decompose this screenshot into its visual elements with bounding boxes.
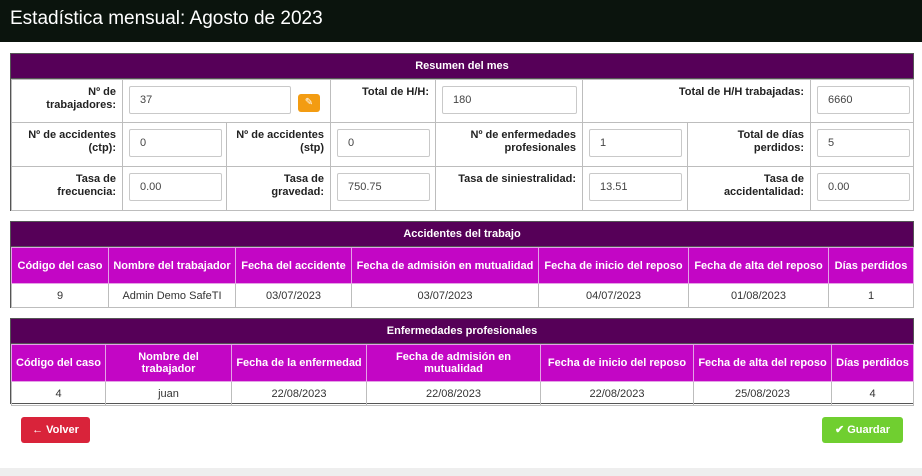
- table-cell: 04/07/2023: [538, 283, 689, 308]
- column-header: Fecha de la enfermedad: [231, 344, 367, 382]
- back-button-label: Volver: [46, 424, 79, 436]
- accidents-ctp-field[interactable]: 0: [129, 129, 222, 157]
- column-header: Fecha de alta del reposo: [688, 247, 829, 284]
- freq-rate-label: Tasa de frecuencia:: [11, 166, 123, 211]
- accidents-table: Código del caso Nombre del trabajador Fe…: [11, 247, 914, 308]
- table-cell: 25/08/2023: [693, 381, 832, 406]
- severity-rate-label: Tasa de gravedad:: [226, 166, 331, 211]
- loss-rate-field[interactable]: 13.51: [589, 173, 682, 201]
- column-header: Nombre del trabajador: [108, 247, 236, 284]
- footer-strip: [0, 468, 922, 476]
- table-cell: 22/08/2023: [231, 381, 367, 406]
- accidents-stp-label: Nº de accidentes (stp): [226, 122, 331, 167]
- column-header: Nombre del trabajador: [105, 344, 232, 382]
- diseases-table: Código del caso Nombre del trabajador Fe…: [11, 344, 914, 406]
- table-row: 4 juan 22/08/2023 22/08/2023 22/08/2023 …: [11, 381, 914, 406]
- column-header: Días perdidos: [828, 247, 914, 284]
- accident-rate-label: Tasa de accidentalidad:: [686, 166, 812, 211]
- accident-rate-field[interactable]: 0.00: [817, 173, 911, 201]
- accidents-stp-field[interactable]: 0: [337, 129, 430, 157]
- total-hh-label: Total de H/H:: [330, 79, 436, 123]
- table-cell: 4: [11, 381, 106, 406]
- table-cell: 9: [11, 283, 109, 308]
- workers-label: Nº de trabajadores:: [11, 79, 123, 123]
- table-cell: 22/08/2023: [540, 381, 694, 406]
- edit-workers-button[interactable]: ✎: [298, 94, 320, 112]
- arrow-left-icon: ←: [32, 424, 44, 436]
- save-button[interactable]: ✔ Guardar: [822, 417, 903, 443]
- table-cell: 03/07/2023: [235, 283, 352, 308]
- severity-rate-field[interactable]: 750.75: [337, 173, 430, 201]
- accidents-title: Accidentes del trabajo: [11, 222, 913, 247]
- check-icon: ✔: [834, 424, 845, 436]
- summary-title: Resumen del mes: [11, 54, 913, 79]
- column-header: Días perdidos: [831, 344, 914, 382]
- page-title: Estadística mensual: Agosto de 2023: [10, 8, 323, 29]
- lost-days-label: Total de días perdidos:: [686, 122, 812, 167]
- table-cell: Admin Demo SafeTI: [108, 283, 236, 308]
- table-cell: 03/07/2023: [351, 283, 539, 308]
- lost-days-field[interactable]: 5: [817, 129, 911, 157]
- summary-table: Nº de trabajadores: 37 ✎ Total de H/H: 1…: [11, 79, 915, 211]
- accidents-ctp-label: Nº de accidentes (ctp):: [11, 122, 123, 167]
- accidents-panel: Accidentes del trabajo Código del caso N…: [10, 221, 914, 308]
- diseases-title: Enfermedades profesionales: [11, 319, 913, 344]
- total-hh-worked-field[interactable]: 6660: [817, 86, 911, 114]
- total-hh-worked-label: Total de H/H trabajadas:: [581, 79, 812, 123]
- table-cell: juan: [105, 381, 232, 406]
- column-header: Fecha de inicio del reposo: [540, 344, 694, 382]
- column-header: Código del caso: [11, 344, 106, 382]
- column-header: Fecha de admisión en mutualidad: [351, 247, 539, 284]
- column-header: Código del caso: [11, 247, 109, 284]
- save-button-label: Guardar: [847, 424, 891, 436]
- column-header: Fecha de alta del reposo: [693, 344, 832, 382]
- pencil-icon: ✎: [304, 97, 314, 108]
- table-cell: 01/08/2023: [688, 283, 829, 308]
- back-button[interactable]: ← Volver: [21, 417, 90, 443]
- diseases-panel: Enfermedades profesionales Código del ca…: [10, 318, 914, 406]
- column-header: Fecha de inicio del reposo: [538, 247, 689, 284]
- workers-field[interactable]: 37: [129, 86, 291, 114]
- total-hh-field[interactable]: 180: [442, 86, 577, 114]
- loss-rate-label: Tasa de siniestralidad:: [435, 166, 583, 211]
- page-header: Estadística mensual: Agosto de 2023: [0, 0, 922, 42]
- freq-rate-field[interactable]: 0.00: [129, 173, 222, 201]
- table-row: 9 Admin Demo SafeTI 03/07/2023 03/07/202…: [11, 283, 914, 308]
- table-cell: 22/08/2023: [366, 381, 541, 406]
- occ-diseases-field[interactable]: 1: [589, 129, 682, 157]
- column-header: Fecha del accidente: [235, 247, 352, 284]
- table-cell: 1: [828, 283, 914, 308]
- table-cell: 4: [831, 381, 914, 406]
- occ-diseases-label: Nº de enfermedades profesionales: [435, 122, 583, 167]
- summary-panel: Resumen del mes Nº de trabajadores: 37 ✎…: [10, 53, 915, 211]
- column-header: Fecha de admisión en mutualidad: [366, 344, 541, 382]
